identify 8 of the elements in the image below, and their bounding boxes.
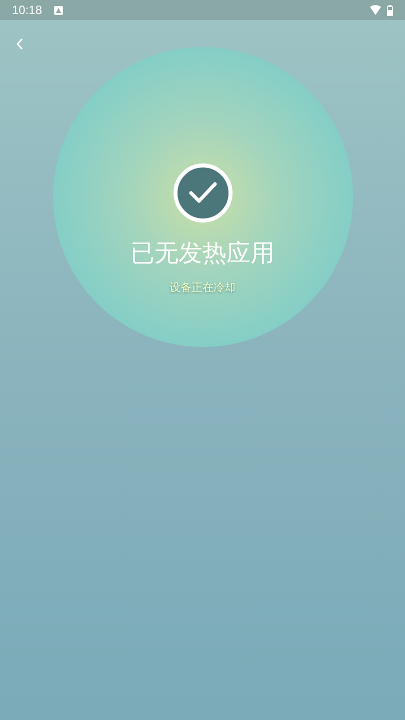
- battery-icon: [387, 4, 393, 16]
- back-icon: [16, 38, 24, 50]
- result-title: 已无发热应用: [130, 239, 274, 269]
- wifi-icon: [370, 5, 381, 15]
- status-time: 10:18: [12, 2, 42, 19]
- result-subtitle: 设备正在冷却: [170, 281, 236, 296]
- check-icon: [172, 163, 232, 223]
- notification-icon: [54, 6, 64, 14]
